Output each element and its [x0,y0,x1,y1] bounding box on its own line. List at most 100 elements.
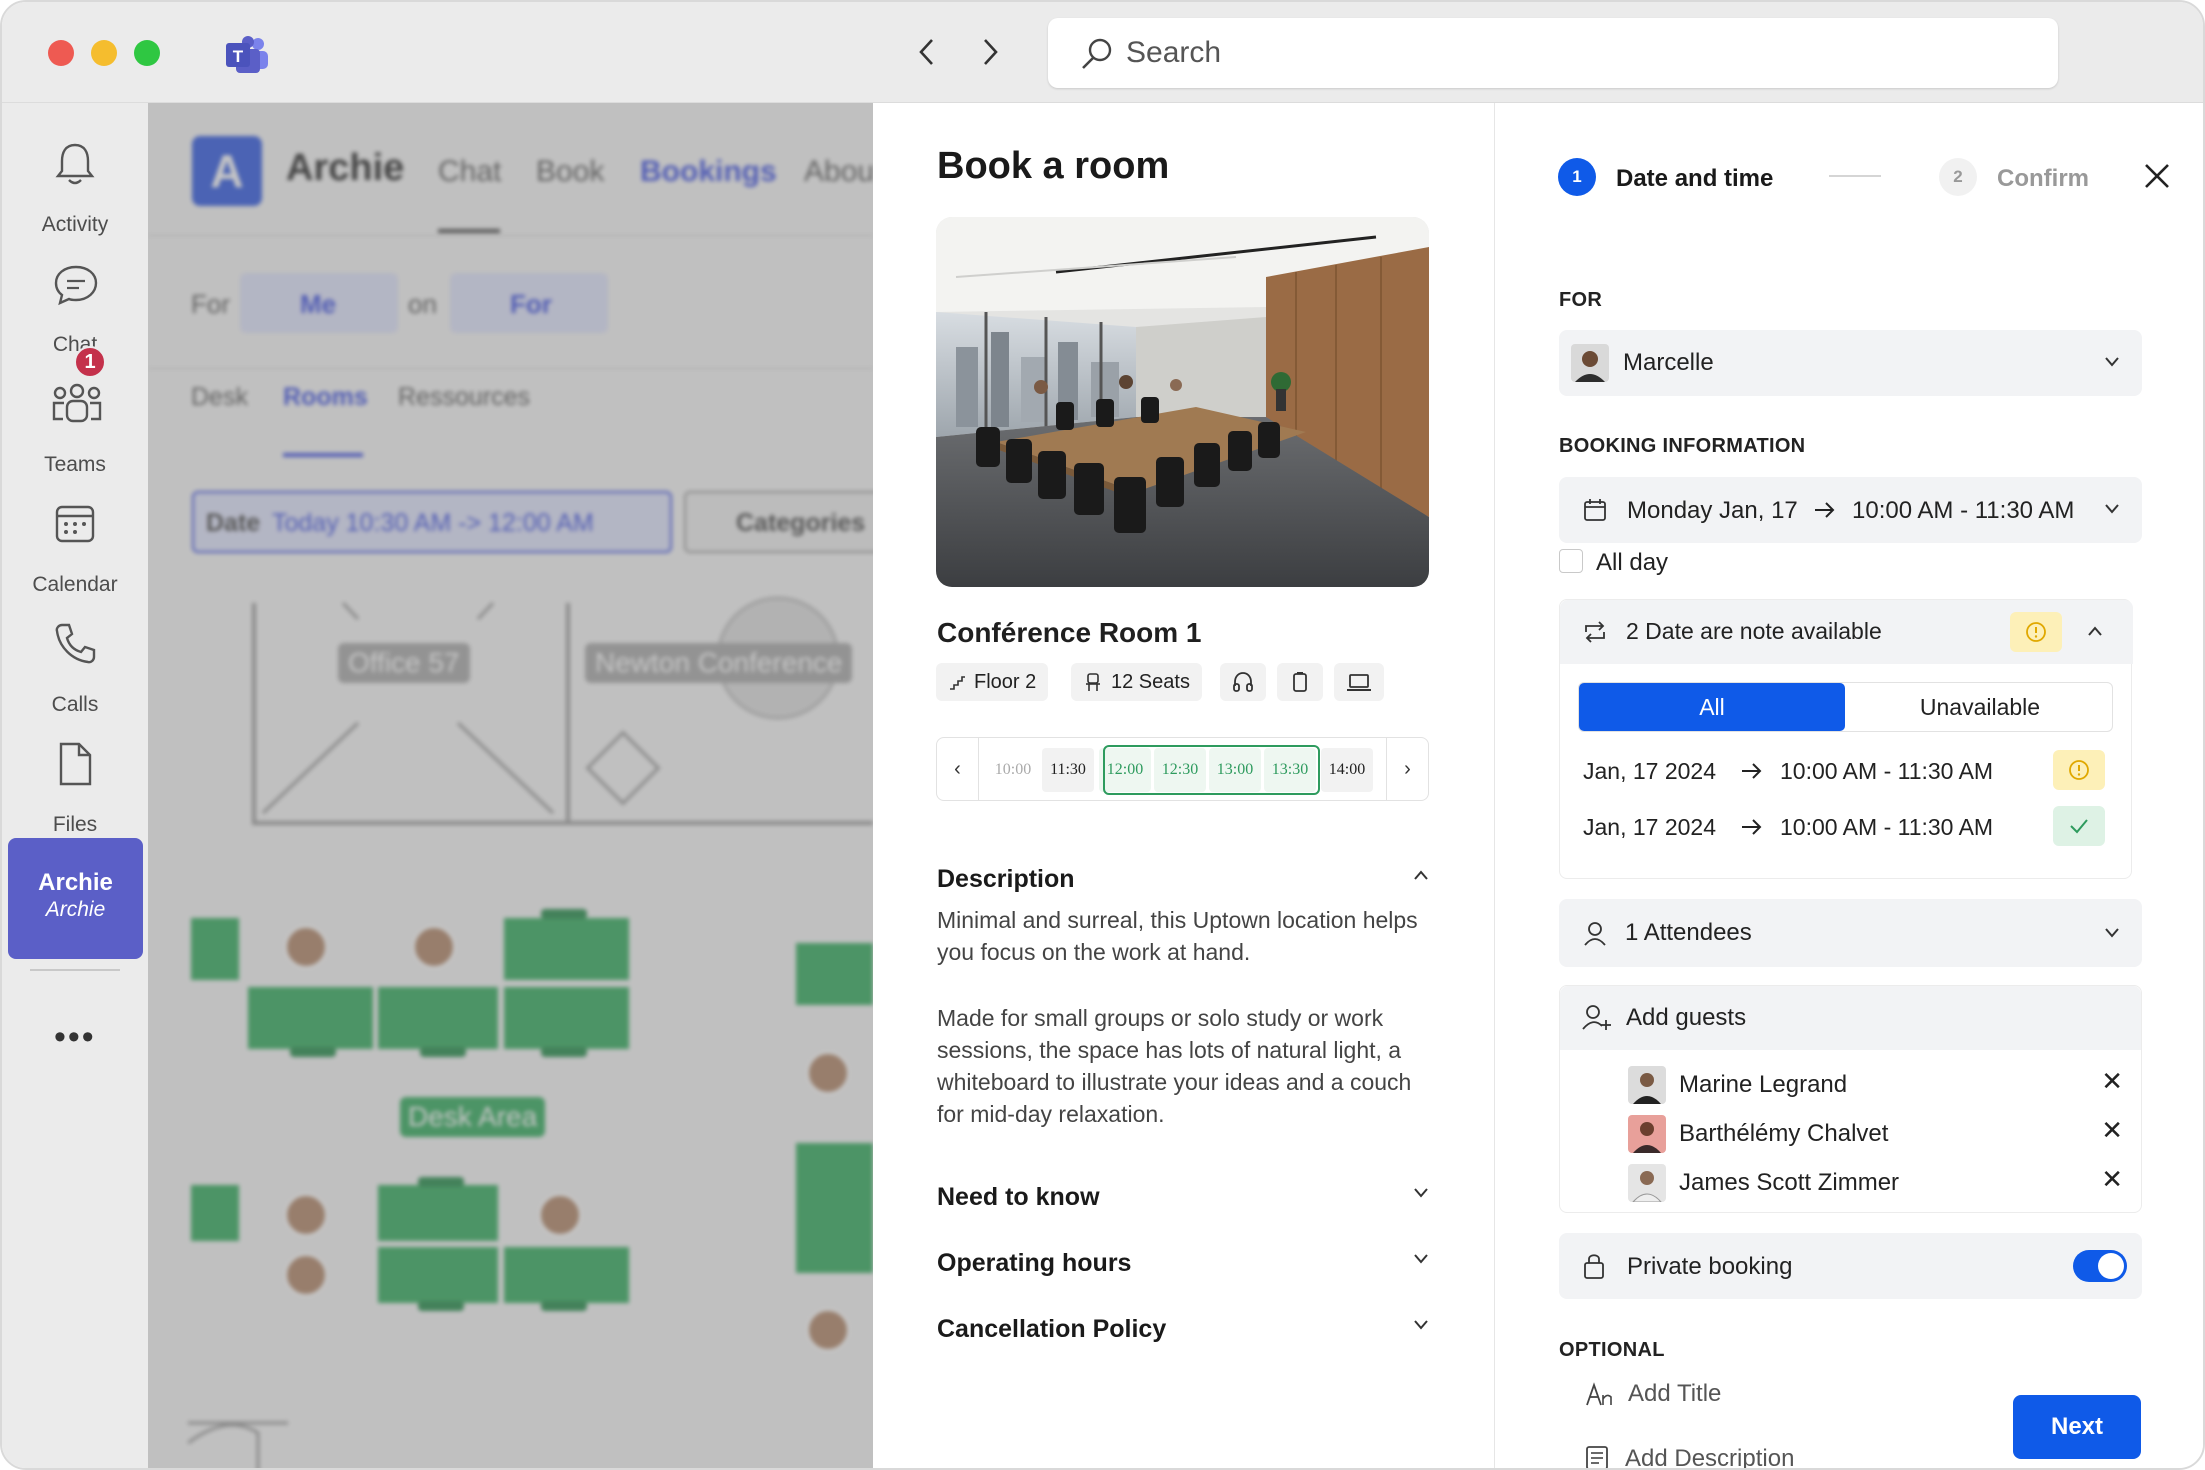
rail-item-files[interactable]: Files [2,729,148,849]
amenity-headphones [1220,663,1266,701]
date-row-2-time: 10:00 AM - 11:30 AM [1780,814,1993,841]
add-title-input[interactable]: Add Title [1628,1380,1721,1408]
chevron-down-icon [2104,923,2120,944]
description-header[interactable]: Description [937,865,1075,894]
chevron-down-icon[interactable] [1413,1183,1429,1204]
app-rail: Activity Chat 1 Teams Calendar Calls Fil… [2,103,148,1470]
avatar [1628,1115,1666,1153]
maximize-window-button[interactable] [134,40,160,66]
availability-filter-tabs: All Unavailable [1578,682,2113,732]
seat-icon [1083,672,1103,692]
availability-panel: 2 Date are note available All Unavailabl… [1559,599,2132,879]
check-icon [2053,806,2105,846]
seats-label: 12 Seats [1111,671,1190,694]
date-row-1-date: Jan, 17 2024 [1583,758,1716,785]
amenity-laptop [1334,663,1384,701]
for-section-label: FOR [1559,289,1602,312]
timeline-next-button[interactable]: › [1386,738,1428,800]
rail-divider [30,969,120,971]
add-person-icon [1582,1004,1612,1032]
date-row-2-date: Jan, 17 2024 [1583,814,1716,841]
attendees-count: 1 Attendees [1625,919,1752,947]
description-icon [1585,1445,1609,1470]
booking-time: 10:00 AM - 11:30 AM [1852,497,2074,525]
description-paragraph-1: Minimal and surreal, this Uptown locatio… [937,904,1437,968]
rail-item-calendar[interactable]: Calendar [2,489,148,609]
room-details-panel: Book a room [873,103,1495,1470]
seats-chip: 12 Seats [1071,663,1202,701]
filter-tab-all[interactable]: All [1579,683,1845,731]
search-icon [1080,37,1114,71]
all-day-label: All day [1596,549,1668,577]
stairs-icon [948,673,966,691]
text-format-icon [1585,1381,1613,1407]
guest-name: Barthélémy Chalvet [1679,1120,1888,1148]
timeline-slot[interactable]: 11:30 [1042,748,1094,792]
rail-label: Teams [2,453,148,477]
whiteboard-icon [1289,671,1311,693]
date-time-select[interactable]: Monday Jan, 17 10:00 AM - 11:30 AM [1559,477,2142,543]
search-input[interactable]: Search [1048,18,2058,88]
panel-title: Book a room [937,145,1169,188]
archie-background-app: A Archie Chat Book Bookings Abou For Me … [148,103,873,1470]
more-apps-icon[interactable]: ••• [54,1018,96,1057]
calendar-icon [1583,498,1607,522]
rail-item-activity[interactable]: Activity [2,129,148,249]
cancellation-policy-header[interactable]: Cancellation Policy [937,1315,1166,1344]
rail-item-chat[interactable]: Chat [2,249,148,369]
rail-label: Calls [2,693,148,717]
rail-item-archie[interactable]: Archie Archie [8,838,143,959]
date-row-1-time: 10:00 AM - 11:30 AM [1780,758,1993,785]
chevron-up-icon[interactable] [2087,624,2103,642]
close-window-button[interactable] [48,40,74,66]
private-booking-toggle[interactable] [2073,1250,2127,1282]
guest-row: James Scott Zimmer ✕ [1560,1162,2141,1206]
guest-name: James Scott Zimmer [1679,1169,1899,1197]
amenity-whiteboard [1277,663,1323,701]
remove-guest-icon[interactable]: ✕ [2101,1115,2123,1146]
next-button[interactable]: Next [2013,1395,2141,1459]
modal-overlay[interactable] [148,103,873,1470]
remove-guest-icon[interactable]: ✕ [2101,1164,2123,1195]
step-2-label: Confirm [1997,165,2089,193]
person-icon [1583,921,1607,947]
repeat-icon [1582,620,1608,644]
arrow-right-icon [1740,818,1764,836]
search-placeholder: Search [1126,36,1221,70]
room-photo [936,217,1429,587]
rail-item-calls[interactable]: Calls [2,609,148,729]
back-arrow-icon[interactable] [907,32,947,72]
guest-row: Barthélémy Chalvet ✕ [1560,1113,2141,1157]
close-icon[interactable] [2142,161,2172,196]
chevron-down-icon[interactable] [1413,1249,1429,1270]
rail-label: Files [2,813,148,837]
forward-arrow-icon[interactable] [970,32,1010,72]
step-connector [1829,175,1881,177]
filter-tab-unavailable[interactable]: Unavailable [1847,683,2113,731]
timeline-slot[interactable]: 10:00 [987,748,1039,792]
optional-section-label: OPTIONAL [1559,1339,1665,1362]
rail-item-teams[interactable]: Teams [2,369,148,489]
guest-name: Marine Legrand [1679,1071,1847,1099]
need-to-know-header[interactable]: Need to know [937,1183,1100,1212]
attendees-select[interactable]: 1 Attendees [1559,899,2142,967]
availability-header[interactable]: 2 Date are note available [1560,600,2133,664]
add-guests-button[interactable]: Add guests [1560,986,2141,1050]
rail-app-subname: Archie [8,898,143,922]
timeline-selection [1103,745,1320,795]
private-booking-row: Private booking [1559,1233,2142,1299]
operating-hours-header[interactable]: Operating hours [937,1249,1131,1278]
booking-date: Monday Jan, 17 [1627,497,1798,525]
for-select[interactable]: Marcelle [1559,330,2142,396]
chevron-down-icon[interactable] [1413,1315,1429,1336]
guest-row: Marine Legrand ✕ [1560,1064,2141,1108]
avatar [1571,344,1609,382]
remove-guest-icon[interactable]: ✕ [2101,1066,2123,1097]
timeline-prev-button[interactable]: ‹ [937,738,979,800]
minimize-window-button[interactable] [91,40,117,66]
timeline-slot[interactable]: 14:00 [1321,748,1373,792]
bell-icon [50,139,100,189]
all-day-checkbox[interactable] [1559,549,1583,573]
add-description-input[interactable]: Add Description [1625,1445,1794,1470]
chevron-up-icon[interactable] [1413,865,1429,886]
